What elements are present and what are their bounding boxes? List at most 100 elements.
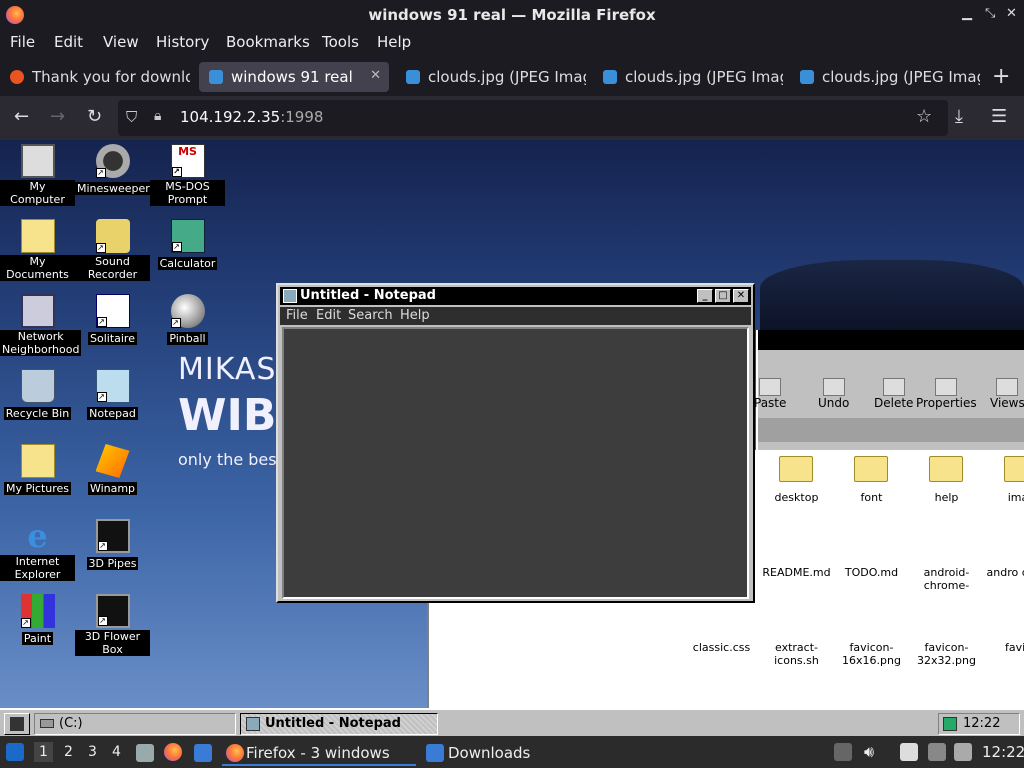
- desktop-icon-sound-recorder[interactable]: ↗ Sound Recorder: [75, 215, 150, 282]
- notepad-maximize-button[interactable]: □: [715, 289, 731, 303]
- menu-tools[interactable]: Tools: [322, 33, 359, 51]
- tab-clouds-2[interactable]: clouds.jpg (JPEG Image: [593, 62, 783, 92]
- notepad-close-button[interactable]: ✕: [733, 289, 749, 303]
- w91-start-button[interactable]: [4, 713, 30, 735]
- workspace-3[interactable]: 3: [88, 744, 97, 760]
- restore-icon[interactable]: ⤡: [985, 6, 995, 21]
- hamburger-menu-icon[interactable]: ☰: [991, 106, 1007, 127]
- forward-icon[interactable]: →: [50, 106, 65, 127]
- minimize-icon[interactable]: ▁: [962, 6, 972, 21]
- desktop-icon-paint[interactable]: ↗ Paint: [0, 590, 75, 646]
- desktop-icon-my-documents[interactable]: My Documents: [0, 215, 75, 282]
- file-label[interactable]: android-chrome-: [909, 566, 984, 592]
- os-panel: 1 2 3 4 Firefox - 3 windows Downloads 🔊︎…: [0, 736, 1024, 768]
- updates-tray-icon[interactable]: [834, 743, 852, 761]
- tab-thank-you[interactable]: Thank you for downloading: [0, 62, 190, 92]
- folder-icon[interactable]: [779, 456, 813, 482]
- file-label[interactable]: TODO.md: [834, 566, 909, 579]
- file-label[interactable]: font: [834, 491, 909, 504]
- workspace-4[interactable]: 4: [112, 744, 121, 760]
- file-label[interactable]: favico: [984, 641, 1024, 654]
- menu-bookmarks[interactable]: Bookmarks: [226, 33, 310, 51]
- notepad-minimize-button[interactable]: _: [697, 289, 713, 303]
- workspace-2[interactable]: 2: [64, 744, 73, 760]
- folder-icon[interactable]: [854, 456, 888, 482]
- tab-clouds-1[interactable]: clouds.jpg (JPEG Image: [396, 62, 586, 92]
- file-label[interactable]: andro chrom: [984, 566, 1024, 579]
- folder-icon[interactable]: [929, 456, 963, 482]
- desktop-icon-msdos[interactable]: MS ↗ MS-DOS Prompt: [150, 140, 225, 207]
- views-button[interactable]: Views: [990, 378, 1024, 410]
- file-label[interactable]: extract-icons.sh: [759, 641, 834, 667]
- file-label[interactable]: classic.css: [684, 641, 759, 654]
- menu-history[interactable]: History: [156, 33, 209, 51]
- notepad-menu-file[interactable]: File: [286, 308, 308, 323]
- file-manager-icon[interactable]: [136, 744, 154, 762]
- file-label[interactable]: imag: [984, 491, 1024, 504]
- desktop-icon-calculator[interactable]: ↗ Calculator: [150, 215, 225, 271]
- notepad-menu-edit[interactable]: Edit: [316, 308, 341, 323]
- desktop-icon-internet-explorer[interactable]: e Internet Explorer: [0, 515, 75, 582]
- notification-icon[interactable]: [954, 743, 972, 761]
- folder-icon[interactable]: [1004, 456, 1024, 482]
- lock-icon[interactable]: 🔒︎: [154, 108, 161, 124]
- taskbar-downloads-button[interactable]: Downloads: [424, 740, 584, 766]
- desktop-icon-network[interactable]: Network Neighborhood: [0, 290, 82, 357]
- desktop-icon-recycle-bin[interactable]: Recycle Bin: [0, 365, 75, 421]
- url-bar[interactable]: ⛉ 🔒︎ 104.192.2.35:1998 ☆: [118, 100, 948, 136]
- firefox-launcher-icon[interactable]: [164, 743, 182, 761]
- notepad-titlebar[interactable]: Untitled - Notepad _ □ ✕: [280, 287, 751, 305]
- undo-button[interactable]: Undo: [818, 378, 849, 410]
- pinball-icon: ↗: [170, 294, 205, 328]
- back-icon[interactable]: ←: [14, 106, 29, 127]
- desktop-icon-3d-flower-box[interactable]: ↗ 3D Flower Box: [75, 590, 150, 657]
- taskbar-firefox-button[interactable]: Firefox - 3 windows: [222, 740, 416, 766]
- notepad-menubar: File Edit Search Help: [280, 307, 751, 325]
- tab-clouds-3[interactable]: clouds.jpg (JPEG Image: [790, 62, 980, 92]
- reload-icon[interactable]: ↻: [87, 106, 102, 127]
- menu-edit[interactable]: Edit: [54, 33, 83, 51]
- paste-button[interactable]: Paste: [754, 378, 786, 410]
- notepad-menu-help[interactable]: Help: [400, 308, 430, 323]
- file-label[interactable]: favicon-16x16.png: [834, 641, 909, 667]
- desktop-icon-my-computer[interactable]: My Computer: [0, 140, 75, 207]
- tab-windows91[interactable]: windows 91 real ✕: [199, 62, 389, 92]
- close-tab-icon[interactable]: ✕: [366, 68, 381, 83]
- desktop-icon-pinball[interactable]: ↗ Pinball: [150, 290, 225, 346]
- close-icon[interactable]: ✕: [1006, 6, 1017, 21]
- url-text[interactable]: 104.192.2.35:1998: [180, 108, 323, 126]
- computer-icon: [20, 144, 55, 178]
- shield-icon[interactable]: ⛉: [126, 108, 137, 126]
- menu-file[interactable]: File: [10, 33, 35, 51]
- properties-button[interactable]: Properties: [916, 378, 977, 410]
- new-tab-button[interactable]: +: [992, 64, 1010, 89]
- start-menu-icon[interactable]: [6, 743, 24, 761]
- clipboard-icon[interactable]: [900, 743, 918, 761]
- terminal-launcher-icon[interactable]: [194, 744, 212, 762]
- downloads-icon[interactable]: ⤓: [955, 106, 963, 127]
- desktop-icon-notepad[interactable]: ↗ Notepad: [75, 365, 150, 421]
- desktop-icon-solitaire[interactable]: ↗ Solitaire: [75, 290, 150, 346]
- file-label[interactable]: desktop: [759, 491, 834, 504]
- file-label[interactable]: help: [909, 491, 984, 504]
- file-label[interactable]: favicon-32x32.png: [909, 641, 984, 667]
- windows91-favicon-icon: [209, 70, 223, 84]
- workspace-1[interactable]: 1: [34, 742, 53, 762]
- volume-icon[interactable]: 🔊︎: [864, 742, 874, 762]
- explorer-titlebar: [758, 330, 1024, 350]
- notepad-menu-search[interactable]: Search: [348, 308, 393, 323]
- w91-drive-field[interactable]: (C:): [34, 713, 236, 735]
- desktop-icon-3d-pipes[interactable]: ↗ 3D Pipes: [75, 515, 150, 571]
- bookmark-star-icon[interactable]: ☆: [916, 106, 932, 127]
- desktop-icon-minesweeper[interactable]: ↗ Minesweeper: [75, 140, 152, 196]
- w91-task-notepad[interactable]: Untitled - Notepad: [240, 713, 438, 735]
- notepad-text-area[interactable]: [282, 327, 749, 599]
- menu-view[interactable]: View: [103, 33, 139, 51]
- desktop-icon-winamp[interactable]: Winamp: [75, 440, 150, 496]
- display-icon[interactable]: [928, 743, 946, 761]
- desktop-icon-my-pictures[interactable]: My Pictures: [0, 440, 75, 496]
- delete-button[interactable]: Delete: [874, 378, 913, 410]
- menu-help[interactable]: Help: [377, 33, 411, 51]
- 3d-pipes-icon: ↗: [95, 519, 130, 553]
- file-label[interactable]: README.md: [759, 566, 834, 579]
